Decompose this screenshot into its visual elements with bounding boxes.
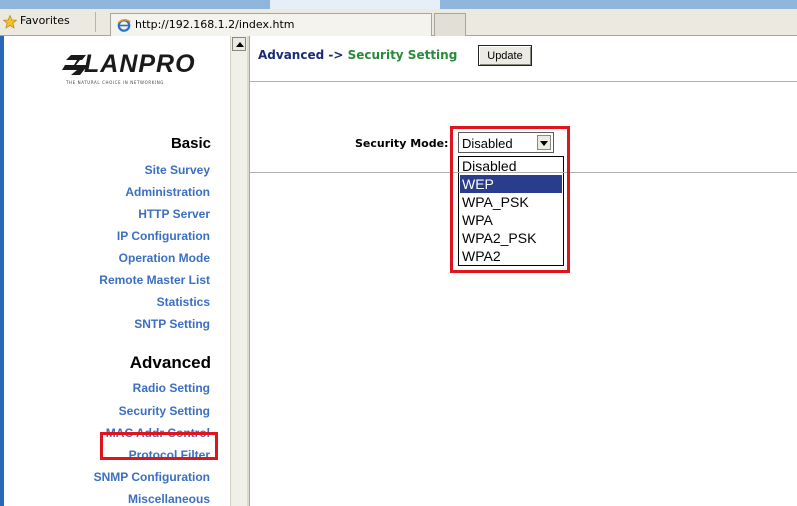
breadcrumb-prefix: Advanced -> — [258, 48, 344, 62]
scroll-up-arrow-icon[interactable] — [232, 37, 246, 51]
nav-item-ip-configuration[interactable]: IP Configuration — [117, 229, 210, 243]
lanpro-logo: LANPRO THE NATURAL CHOICE IN NETWORKING — [62, 50, 216, 92]
nav-item-site-survey[interactable]: Site Survey — [145, 163, 210, 177]
nav-item-http-server[interactable]: HTTP Server — [138, 207, 210, 221]
nav-item-remote-master-list[interactable]: Remote Master List — [99, 273, 210, 287]
window-top-highlight — [270, 0, 440, 9]
window-top-edge — [0, 0, 797, 9]
nav-item-miscellaneous[interactable]: Miscellaneous — [128, 492, 210, 506]
breadcrumb: Advanced -> Security Setting — [258, 48, 457, 62]
nav-item-radio-setting[interactable]: Radio Setting — [133, 381, 210, 395]
favorites-bar: Favorites http://192.168.1.2/index.htm — [0, 9, 797, 36]
sidebar: LANPRO THE NATURAL CHOICE IN NETWORKING … — [4, 36, 230, 506]
nav-item-statistics[interactable]: Statistics — [157, 295, 210, 309]
nav-item-administration[interactable]: Administration — [125, 185, 210, 199]
highlight-box-security-mode — [450, 126, 570, 273]
tab-url-text: http://192.168.1.2/index.htm — [135, 18, 295, 31]
nav-item-sntp-setting[interactable]: SNTP Setting — [134, 317, 210, 331]
new-tab-button[interactable] — [434, 13, 466, 36]
main-content: Advanced -> Security Setting Update Secu… — [250, 36, 797, 506]
logo-tagline: THE NATURAL CHOICE IN NETWORKING — [66, 80, 164, 85]
logo-wordmark: LANPRO — [84, 50, 196, 78]
header-divider — [250, 81, 797, 82]
toolbar-divider — [95, 12, 96, 32]
section-heading-advanced: Advanced — [129, 353, 211, 372]
update-button[interactable]: Update — [478, 45, 532, 66]
ie-page-icon — [117, 19, 131, 32]
star-icon[interactable] — [3, 15, 17, 29]
nav-item-operation-mode[interactable]: Operation Mode — [119, 251, 210, 265]
breadcrumb-current: Security Setting — [347, 48, 458, 62]
sidebar-scrollbar[interactable] — [230, 36, 247, 506]
section-heading-basic: Basic — [170, 135, 211, 152]
browser-tab[interactable]: http://192.168.1.2/index.htm — [110, 13, 432, 36]
nav-item-snmp-configuration[interactable]: SNMP Configuration — [94, 470, 210, 484]
nav-item-security-setting[interactable]: Security Setting — [119, 404, 210, 418]
security-mode-label: Security Mode: — [355, 137, 449, 150]
favorites-label[interactable]: Favorites — [20, 14, 70, 27]
highlight-box-security-setting — [100, 432, 218, 460]
